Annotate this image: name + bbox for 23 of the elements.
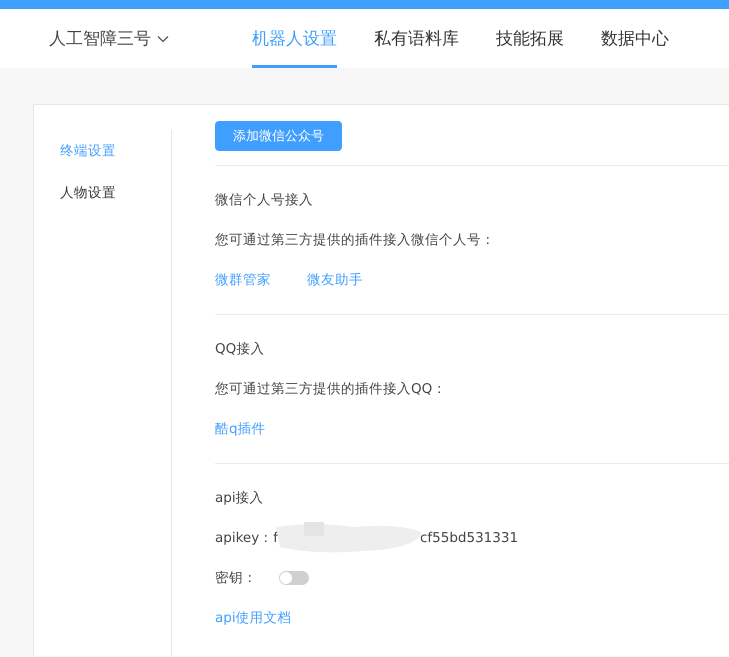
bot-selector[interactable]: 人工智障三号 — [49, 9, 252, 68]
section-title: 微信个人号接入 — [215, 191, 314, 210]
secret-label: 密钥： — [215, 569, 257, 587]
nav-tab[interactable]: 技能拓展 — [496, 9, 564, 68]
section-title: QQ接入 — [215, 340, 266, 359]
plugin-link[interactable]: 微友助手 — [307, 271, 363, 289]
description-text: 您可通过第三方提供的插件接入微信个人号： — [215, 231, 496, 250]
plugin-link[interactable]: 微群管家 — [215, 271, 271, 289]
add-account-button[interactable]: 添加微信公众号 — [215, 121, 342, 151]
description-text: 您可通过第三方提供的插件接入QQ： — [215, 380, 448, 399]
caret-icon — [157, 34, 169, 42]
nav-tab[interactable]: 数据中心 — [601, 9, 669, 68]
apikey-value: f — [273, 530, 278, 546]
plugin-link[interactable]: 酷q插件 — [215, 420, 266, 438]
nav-tab[interactable]: 机器人设置 — [252, 9, 337, 68]
apikey-label: apikey： — [215, 529, 274, 547]
sidebar-item[interactable]: 终端设置 — [60, 130, 171, 172]
sidebar-item[interactable]: 人物设置 — [60, 172, 171, 214]
doc-link[interactable]: api使用文档 — [215, 609, 292, 627]
section-title: api接入 — [215, 489, 265, 508]
secret-toggle[interactable] — [279, 571, 309, 585]
nav-tab[interactable]: 私有语料库 — [374, 9, 459, 68]
apikey-value: cf55bd531331 — [420, 530, 518, 546]
